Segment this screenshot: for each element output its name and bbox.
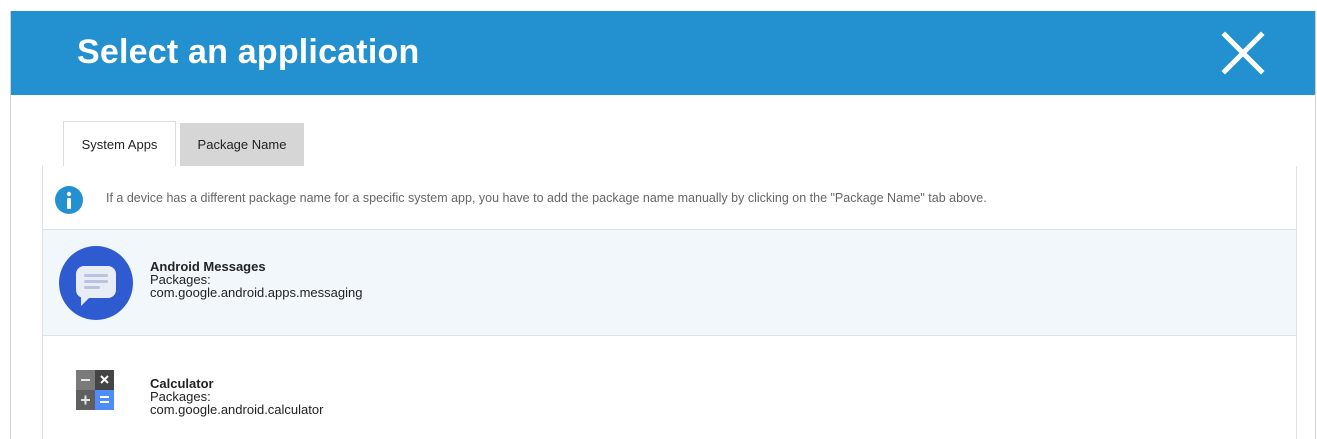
- app-list-panel: If a device has a different package name…: [42, 166, 1297, 439]
- select-application-dialog: Select an application System Apps Packag…: [10, 11, 1316, 439]
- close-icon: [1221, 31, 1265, 75]
- app-info: Calculator Packages: com.google.android.…: [150, 377, 323, 416]
- app-row-android-messages[interactable]: Android Messages Packages: com.google.an…: [43, 230, 1296, 336]
- info-text: If a device has a different package name…: [106, 191, 987, 205]
- dialog-title: Select an application: [77, 33, 420, 71]
- tab-system-apps[interactable]: System Apps: [63, 121, 176, 168]
- info-notice: If a device has a different package name…: [43, 166, 1296, 230]
- app-row-calculator[interactable]: Calculator Packages: com.google.android.…: [43, 348, 1296, 439]
- messages-icon: [59, 246, 133, 320]
- tab-bar: System Apps Package Name: [42, 121, 1296, 168]
- close-button[interactable]: [1221, 31, 1265, 75]
- dialog-header: Select an application: [11, 11, 1315, 95]
- calculator-icon: [76, 370, 114, 410]
- package-id: com.google.android.apps.messaging: [150, 285, 363, 300]
- info-icon: [55, 186, 83, 214]
- package-id: com.google.android.calculator: [150, 402, 324, 417]
- tab-package-name[interactable]: Package Name: [180, 123, 304, 166]
- app-info: Android Messages Packages: com.google.an…: [150, 260, 362, 299]
